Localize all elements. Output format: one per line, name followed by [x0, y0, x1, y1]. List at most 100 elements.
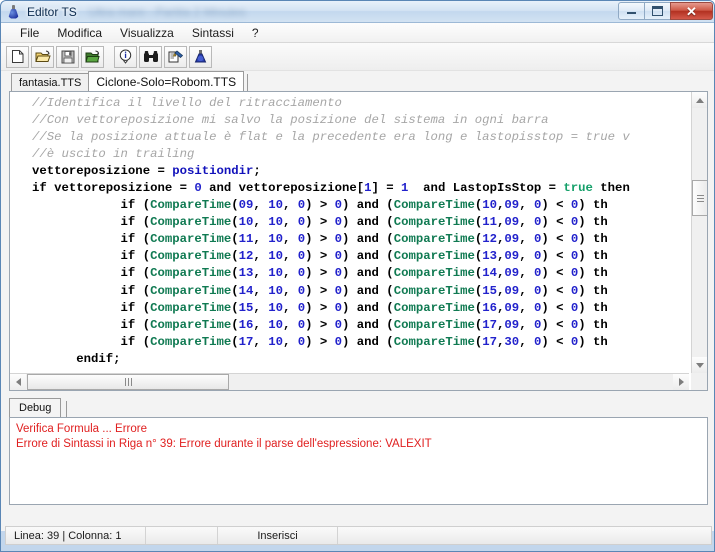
- flask-icon: [6, 4, 22, 20]
- run-flask-button[interactable]: [189, 45, 212, 68]
- menu-item-visualizza[interactable]: Visualizza: [111, 24, 183, 42]
- code-token: 13: [238, 266, 254, 281]
- scroll-up-button[interactable]: [692, 92, 707, 108]
- menu-item-modifica[interactable]: Modifica: [48, 24, 111, 42]
- code-token: 11: [238, 232, 254, 247]
- debug-output[interactable]: Verifica Formula ... Errore Errore di Si…: [9, 417, 708, 505]
- code-line: if (CompareTime(14, 10, 0) > 0) and (Com…: [32, 283, 689, 300]
- code-token: (: [231, 283, 239, 298]
- scroll-left-button[interactable]: [10, 374, 26, 390]
- close-icon: ✕: [686, 3, 697, 19]
- code-token: if (: [32, 266, 151, 281]
- code-token: 0: [297, 232, 306, 247]
- code-token: 10: [268, 215, 283, 230]
- code-token: 09: [504, 266, 520, 281]
- vertical-scroll-thumb[interactable]: [692, 180, 707, 216]
- tab-debug[interactable]: Debug: [9, 398, 62, 417]
- code-token: 0: [334, 300, 343, 315]
- code-line: if (CompareTime(17, 10, 0) > 0) and (Com…: [32, 334, 689, 351]
- code-token: ) th: [578, 249, 608, 264]
- code-token: ,: [253, 249, 269, 264]
- find-button[interactable]: [139, 45, 162, 68]
- code-token: ) th: [578, 232, 608, 247]
- debug-message-line: Verifica Formula ... Errore: [16, 423, 148, 435]
- menu-item-file[interactable]: File: [11, 24, 48, 42]
- code-token: ,: [253, 232, 269, 247]
- code-token: 0: [297, 334, 306, 349]
- code-token: ) and (: [342, 232, 394, 247]
- code-token: ,: [282, 198, 298, 213]
- code-token: 10: [238, 215, 254, 230]
- horizontal-scroll-thumb[interactable]: [27, 374, 229, 390]
- code-token: endif;: [32, 351, 121, 366]
- code-token: 11: [482, 215, 498, 230]
- code-token: ,: [282, 300, 298, 315]
- code-token: 10: [268, 198, 283, 213]
- editor-horizontal-scrollbar[interactable]: [10, 373, 689, 390]
- status-insert-mode: Inserisci: [218, 527, 338, 544]
- code-token: ) <: [541, 198, 571, 213]
- debug-panel: Debug Verifica Formula ... Errore Errore…: [9, 398, 708, 505]
- open-file-button[interactable]: [31, 45, 54, 68]
- editor-vertical-scrollbar[interactable]: [691, 92, 707, 373]
- code-token: 09: [504, 198, 520, 213]
- info-button[interactable]: [114, 45, 137, 68]
- code-token: 09: [504, 317, 520, 332]
- code-token: 0: [297, 249, 306, 264]
- code-token: 13: [482, 249, 498, 264]
- code-token: ) and (: [342, 215, 394, 230]
- code-token: ) <: [541, 283, 571, 298]
- code-token: CompareTime: [393, 300, 475, 315]
- save-button[interactable]: [56, 45, 79, 68]
- code-token: (: [231, 249, 239, 264]
- code-token: 0: [334, 266, 343, 281]
- file-tab-ciclone-solo-robom[interactable]: Ciclone-Solo=Robom.TTS: [88, 71, 245, 91]
- binoculars-find-icon: [143, 50, 159, 63]
- menu-item-sintassi[interactable]: Sintassi: [183, 24, 243, 42]
- code-token: ) >: [305, 249, 335, 264]
- file-tab-fantasia[interactable]: fantasia.TTS: [11, 73, 90, 91]
- code-token: and vettoreposizione[: [201, 181, 365, 196]
- new-file-icon: [11, 49, 25, 64]
- close-button[interactable]: ✕: [670, 2, 713, 20]
- chevron-right-icon: [678, 378, 684, 386]
- code-token: ,: [253, 300, 269, 315]
- code-token: ,: [282, 266, 298, 281]
- code-line: if vettoreposizione = 0 and vettoreposiz…: [32, 180, 689, 197]
- code-token: ) th: [578, 266, 608, 281]
- code-token: ,: [519, 283, 534, 298]
- code-token: 12: [482, 232, 498, 247]
- code-token: ,: [253, 334, 269, 349]
- status-cursor-position: Linea: 39 | Colonna: 1: [6, 527, 146, 544]
- code-token: 17: [482, 317, 498, 332]
- code-token: CompareTime: [150, 232, 232, 247]
- code-token: ) and (: [342, 300, 394, 315]
- scroll-down-button[interactable]: [692, 357, 707, 373]
- code-token: CompareTime: [150, 283, 232, 298]
- code-token: 0: [334, 317, 343, 332]
- new-file-button[interactable]: [6, 45, 29, 68]
- save-as-button[interactable]: [81, 45, 104, 68]
- code-token: ) >: [305, 334, 335, 349]
- minimize-button[interactable]: [618, 2, 645, 20]
- code-token: CompareTime: [393, 249, 475, 264]
- maximize-button[interactable]: [644, 2, 671, 20]
- code-token: ,: [282, 249, 298, 264]
- code-token: 14: [238, 283, 254, 298]
- code-token: if vettoreposizione =: [32, 181, 195, 196]
- code-token: (: [231, 215, 239, 230]
- scroll-right-button[interactable]: [673, 374, 689, 390]
- status-cell-empty-2: [338, 527, 711, 544]
- code-token: (: [231, 334, 239, 349]
- code-token: 10: [268, 232, 283, 247]
- code-token: 09: [504, 215, 520, 230]
- code-text-area[interactable]: //Identifica il livello del ritracciamen…: [10, 92, 689, 373]
- code-token: 0: [297, 198, 306, 213]
- chevron-down-icon: [696, 362, 704, 368]
- code-token: ) >: [305, 232, 335, 247]
- menu-item-help[interactable]: ?: [243, 24, 268, 42]
- editor-ts-window: Editor TS Ultra mare - Partita 2 Minutes…: [0, 0, 715, 552]
- code-token: CompareTime: [393, 266, 475, 281]
- code-token: CompareTime: [150, 215, 232, 230]
- check-syntax-button[interactable]: [164, 45, 187, 68]
